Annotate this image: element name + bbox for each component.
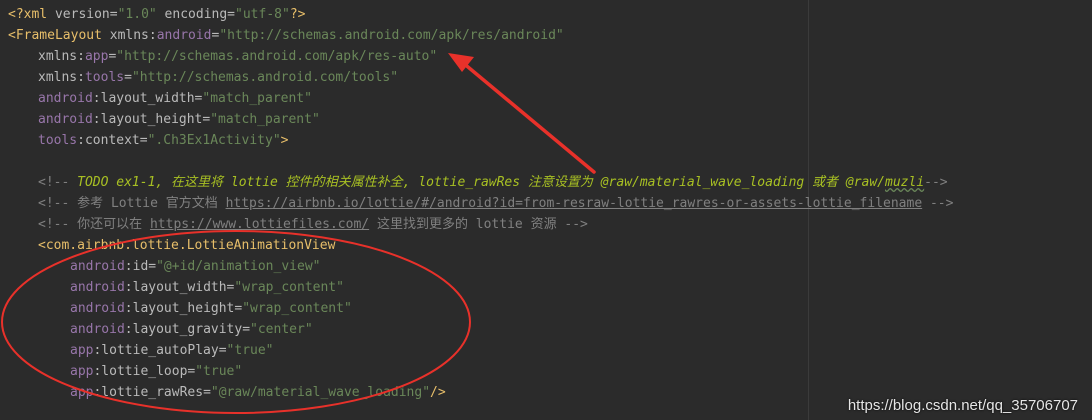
red-ellipse-annotation <box>1 230 471 414</box>
annotation-overlay <box>1 53 596 414</box>
csdn-watermark: https://blog.csdn.net/qq_35706707 <box>847 397 1078 414</box>
arrow-shaft <box>460 60 596 174</box>
code-editor[interactable]: <?xml version="1.0" encoding="utf-8"?> <… <box>0 0 1092 420</box>
red-arrow-annotation <box>448 53 596 174</box>
